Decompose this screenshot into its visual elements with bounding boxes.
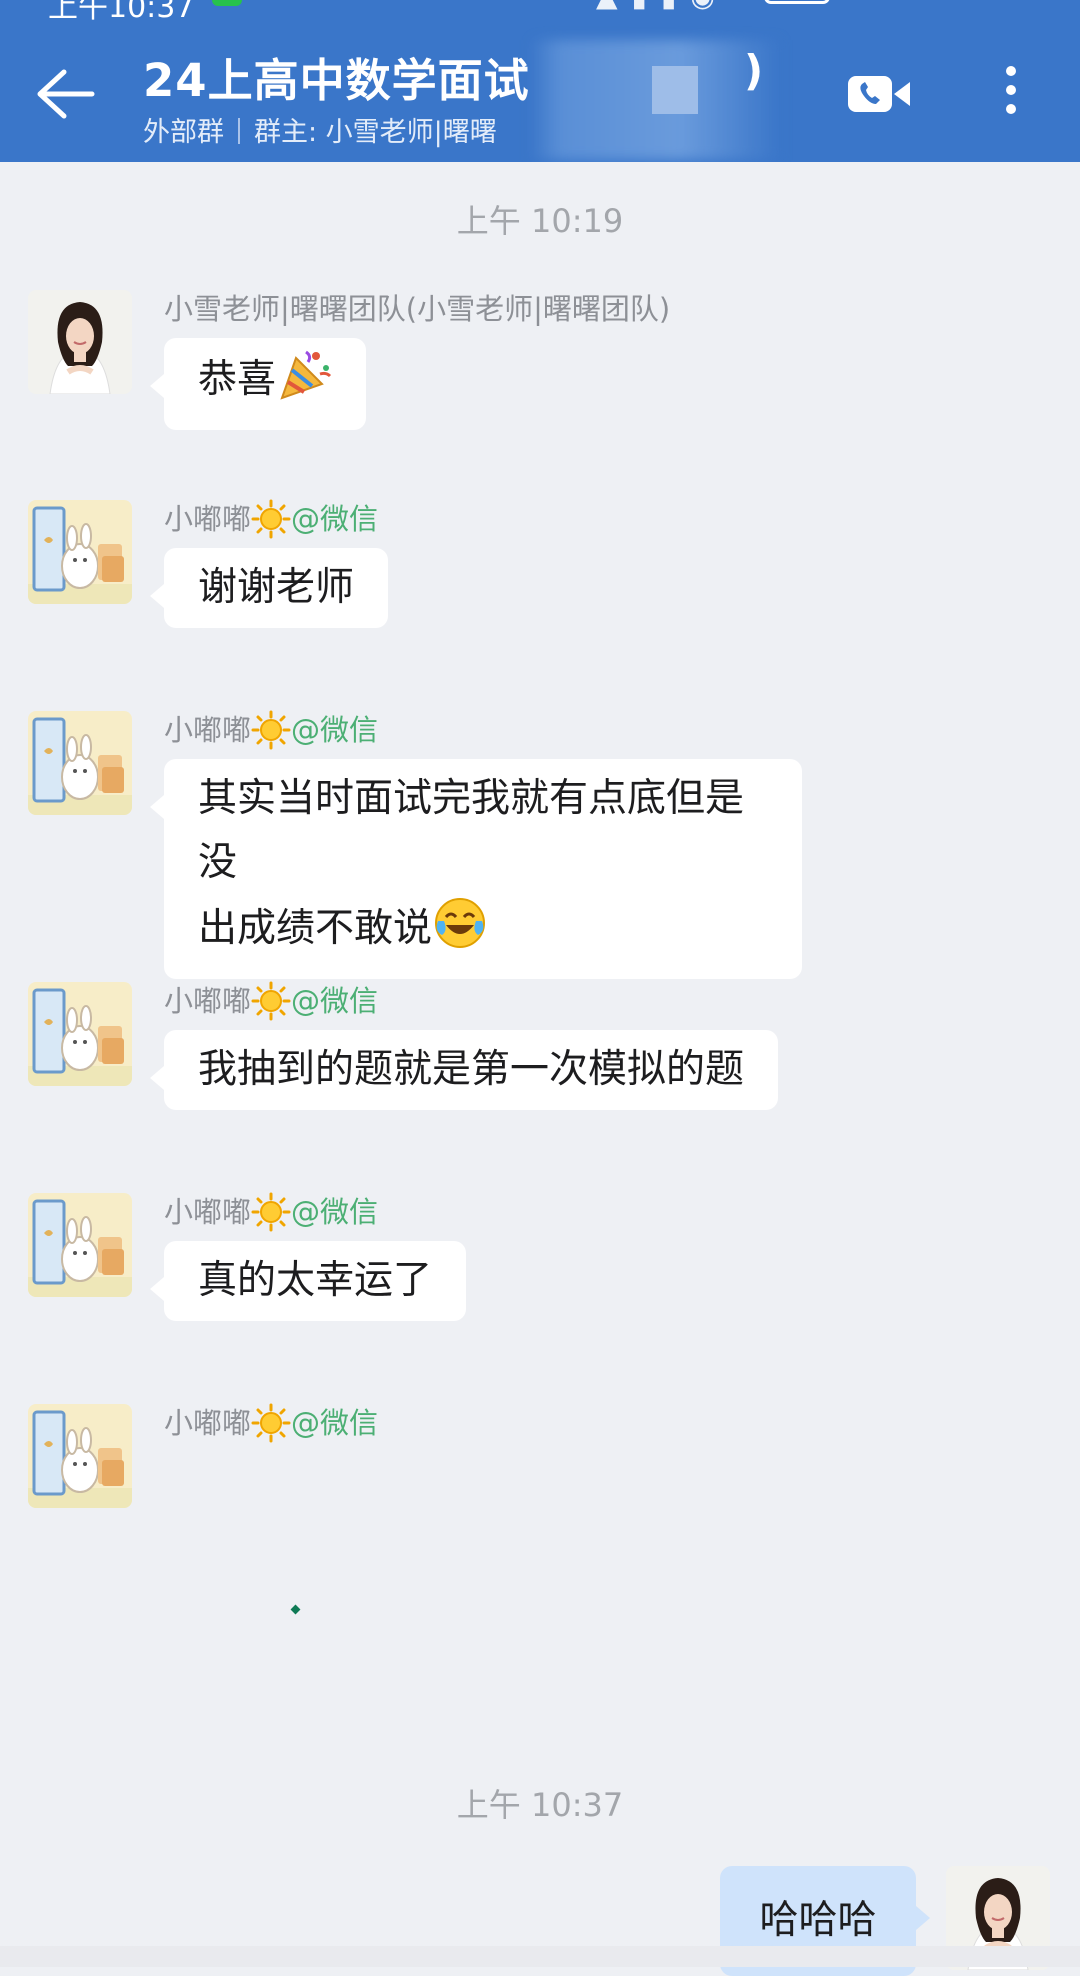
back-arrow-icon[interactable] [34, 64, 100, 124]
sender-name: 小嘟嘟 @微信 [164, 978, 378, 1021]
avatar[interactable] [28, 290, 132, 394]
sender-nickname: 小嘟嘟 [164, 502, 252, 536]
wechat-tag: @微信 [291, 1195, 379, 1229]
sender-nickname: 小嘟嘟 [164, 1406, 252, 1440]
avatar[interactable] [28, 500, 132, 604]
sender-name: 小嘟嘟 @微信 [164, 1189, 378, 1232]
more-options-icon[interactable] [996, 66, 1026, 126]
sender-name: 小嘟嘟 @微信 [164, 707, 378, 750]
redaction-block [652, 66, 698, 114]
message-bubble[interactable]: 真的太幸运了 [149, 1241, 467, 1321]
avatar[interactable] [28, 1193, 132, 1297]
message-bubble[interactable]: 我抽到的题就是第一次模拟的题 [149, 1030, 779, 1110]
message-text: 恭喜 [198, 357, 277, 402]
wechat-tag: @微信 [291, 984, 379, 1018]
signal-wifi-icon: ▲▮▮◉ [596, 0, 729, 13]
chat-title[interactable]: 24上高中数学面试 [143, 44, 530, 109]
party-popper-icon [276, 346, 332, 422]
loading-indicator [290, 1604, 301, 1615]
sender-name: 小嘟嘟 @微信 [164, 496, 378, 539]
avatar[interactable] [28, 982, 132, 1086]
sender-nickname: 小嘟嘟 [164, 1195, 252, 1229]
video-call-icon[interactable] [846, 72, 912, 116]
message-bubble[interactable]: 恭喜 [149, 338, 367, 430]
input-bar [0, 1946, 1080, 1967]
divider [238, 118, 240, 144]
sun-icon [251, 710, 291, 750]
sender-nickname: 小嘟嘟 [164, 713, 252, 747]
title-suffix: ) [744, 46, 764, 95]
status-time: 上午10:37 [48, 0, 195, 25]
message-text: 我抽到的题就是第一次模拟的题 [198, 1047, 745, 1092]
sender-name: 小嘟嘟 @微信 [164, 1400, 378, 1443]
sun-icon [251, 1403, 291, 1443]
sender-nickname: 小嘟嘟 [164, 984, 252, 1018]
wechat-tag: @微信 [291, 502, 379, 536]
chat-title-text: 24上高中数学面试 [143, 54, 530, 107]
chat-subtitle: 外部群 群主: 小雪老师|曙曙 [143, 110, 497, 149]
sender-name: 小雪老师|曙曙团队(小雪老师|曙曙团队) [164, 292, 671, 326]
timestamp: 上午 10:19 [456, 202, 624, 240]
wechat-tag: @微信 [291, 1406, 379, 1440]
message-bubble[interactable]: 其实当时面试完我就有点底但是没 出成绩不敢说 [150, 759, 802, 979]
sun-icon [251, 499, 291, 539]
message-text: 谢谢老师 [198, 565, 355, 610]
wechat-notification-icon [212, 0, 242, 6]
sun-icon [251, 981, 291, 1021]
message-text: 哈哈哈 [759, 1898, 877, 1943]
sun-icon [251, 1192, 291, 1232]
group-owner-label: 群主: 小雪老师|曙曙 [254, 117, 497, 148]
status-bar: 上午10:37 ▲▮▮◉ 55 [0, 0, 1080, 25]
avatar[interactable] [28, 711, 132, 815]
battery-icon: 55 [764, 0, 830, 4]
timestamp: 上午 10:37 [456, 1786, 624, 1824]
message-text: 真的太幸运了 [198, 1258, 433, 1303]
chat-header: 上午10:37 ▲▮▮◉ 55 24上高中数学面试 外部群群主: 小雪老师|曙曙… [0, 0, 1080, 162]
tears-of-joy-icon [432, 895, 488, 971]
wechat-tag: @微信 [291, 713, 379, 747]
avatar[interactable] [28, 1404, 132, 1508]
group-type-label: 外部群 [143, 117, 224, 148]
message-bubble[interactable]: 谢谢老师 [149, 548, 389, 628]
